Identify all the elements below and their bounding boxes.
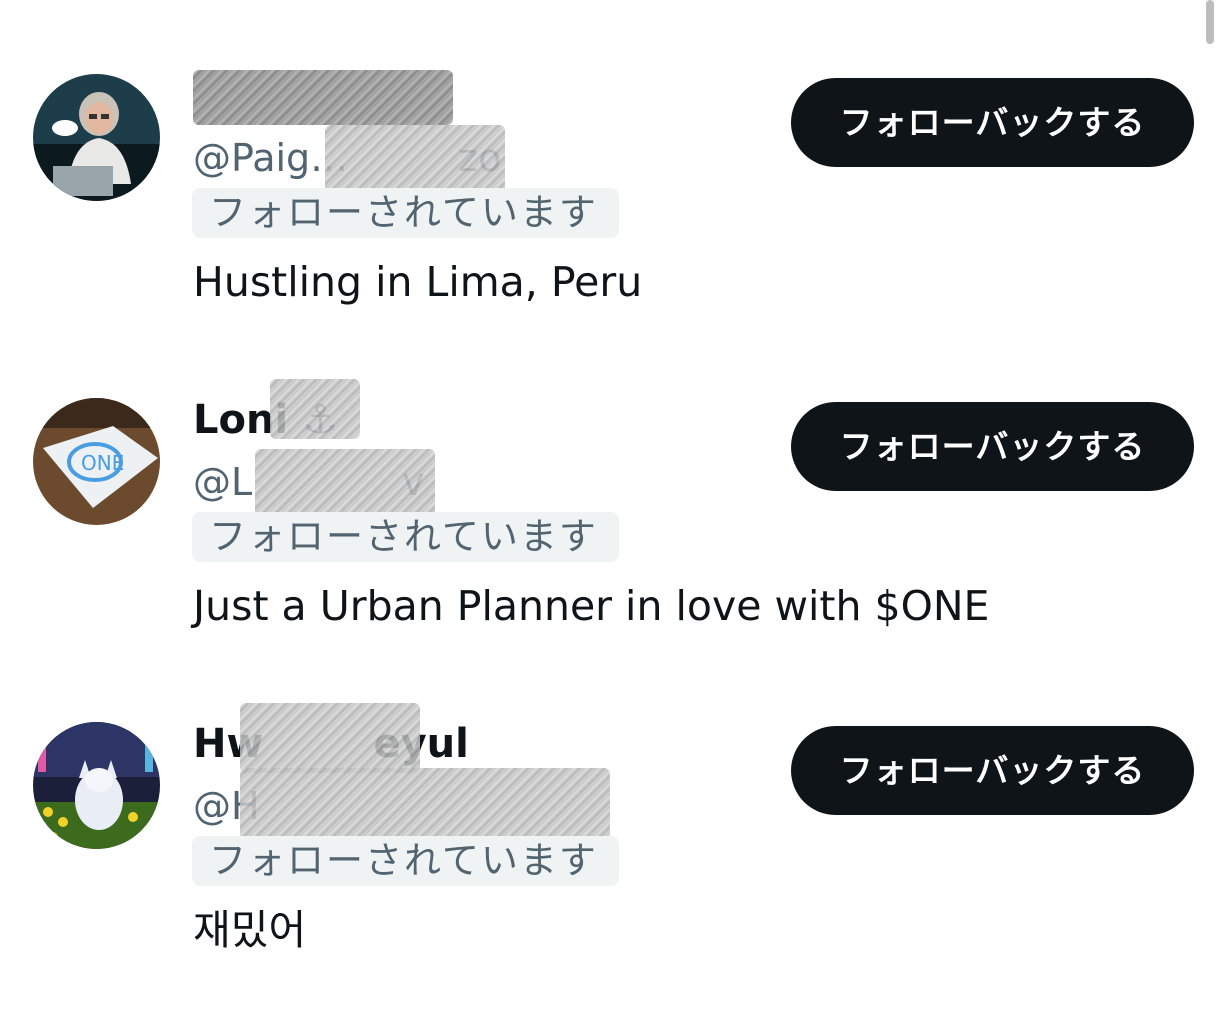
redaction: [240, 768, 610, 843]
redaction: [270, 379, 360, 439]
follows-you-badge: フォローされています: [192, 188, 619, 238]
user-cell[interactable]: Hw eyul @H フォローされています 재밌어 フォローバックする: [0, 648, 1220, 954]
redaction: [255, 449, 435, 521]
redaction: [325, 125, 505, 195]
user-bio: Just a Urban Planner in love with $ONE: [193, 582, 990, 630]
redaction: [240, 703, 420, 773]
user-cell[interactable]: @Paig…zo フォローされています Hustling in Lima, Pe…: [0, 0, 1220, 306]
user-bio: 재밌어: [193, 906, 307, 954]
user-cell[interactable]: ONE Loni ⚓ @Lv フォローされています Just a Urban P…: [0, 324, 1220, 630]
avatar[interactable]: ONE: [33, 398, 160, 525]
avatar-white-fox-icon: [33, 722, 160, 849]
redaction: [193, 70, 453, 125]
avatar[interactable]: [33, 74, 160, 201]
avatar[interactable]: [33, 722, 160, 849]
svg-text:ONE: ONE: [81, 451, 124, 475]
avatar-woman-at-computer-icon: [33, 74, 160, 201]
user-bio: Hustling in Lima, Peru: [193, 258, 643, 306]
follow-back-button[interactable]: フォローバックする: [791, 726, 1194, 815]
follows-you-badge: フォローされています: [192, 836, 619, 886]
avatar-napkin-drawing-icon: ONE: [33, 398, 160, 525]
follow-back-button[interactable]: フォローバックする: [791, 402, 1194, 491]
follows-you-badge: フォローされています: [192, 512, 619, 562]
follow-back-button[interactable]: フォローバックする: [791, 78, 1194, 167]
